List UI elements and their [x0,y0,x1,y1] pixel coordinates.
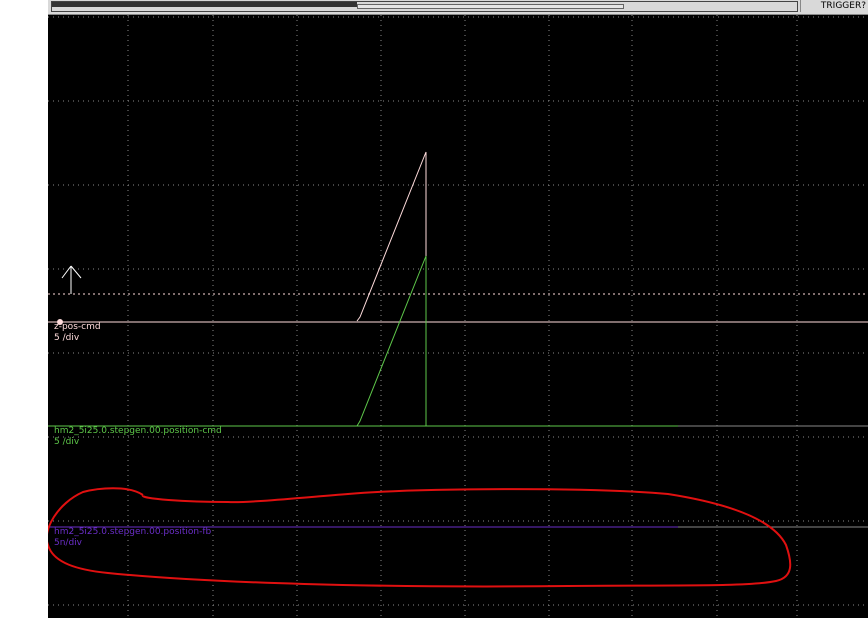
channel3-scale: 5n/div [54,538,83,548]
channel1-scale: 5 /div [54,333,80,343]
scope-display[interactable]: z-pos-cmd 5 /div hm2_5i25.0.stepgen.00.p… [48,15,868,618]
view-window-thumb[interactable] [357,4,624,9]
channel2-trace [356,255,427,427]
horizontal-position-bar: TRIGGER? [48,0,868,15]
channel2-scale: 5 /div [54,437,80,447]
channel2-name: hm2_5i25.0.stepgen.00.position-cmd [54,426,222,436]
channel1-name: z-pos-cmd [54,322,101,332]
record-position-slider[interactable] [51,1,798,12]
trigger-button[interactable]: TRIGGER? [800,0,868,12]
up-arrow-icon[interactable] [61,265,82,294]
record-fill [52,2,357,7]
channel3-name: hm2_5i25.0.stepgen.00.position-fb [54,527,212,537]
channel1-trace [356,151,427,322]
annotation-ellipse [48,487,792,588]
